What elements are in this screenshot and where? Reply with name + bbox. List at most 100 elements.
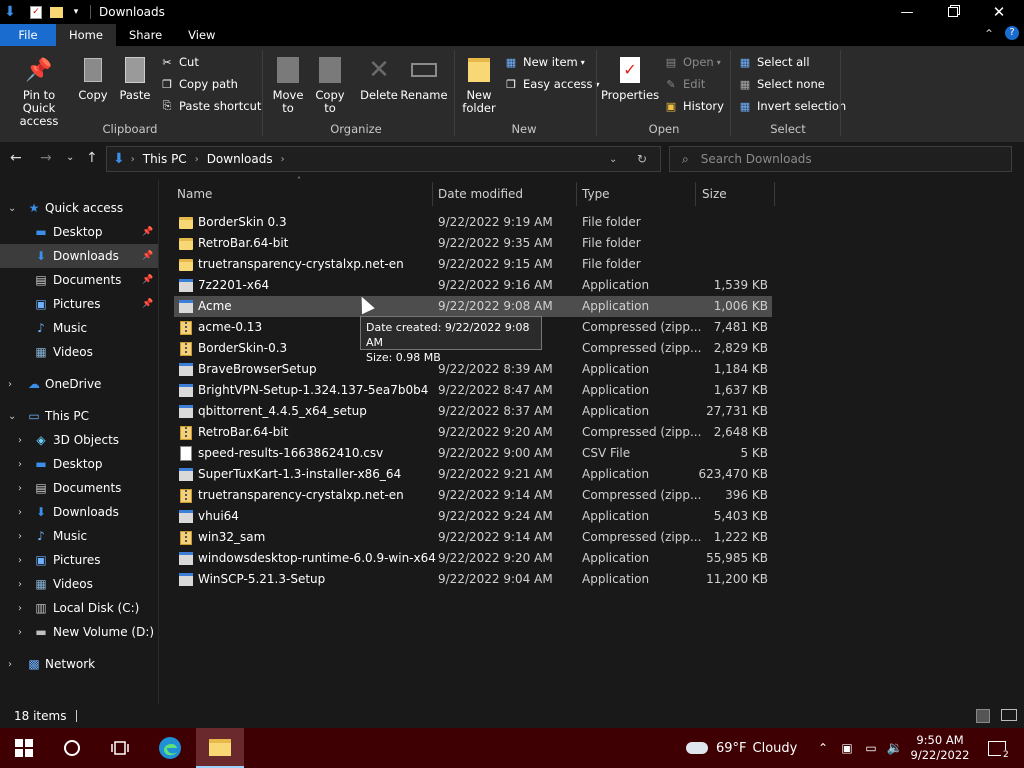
nav-item-onedrive[interactable]: › ☁ OneDrive <box>0 372 158 396</box>
delete-button[interactable]: ✕ Delete <box>359 54 399 102</box>
select-none-button[interactable]: ▦ Select none <box>738 75 825 93</box>
expand-chevron-icon[interactable]: › <box>8 659 12 670</box>
rename-button[interactable]: Rename <box>400 54 448 102</box>
address-bar[interactable]: ⬇ › This PC › Downloads › ⌄ ↻ <box>106 146 661 172</box>
file-row[interactable]: qbittorrent_4.4.5_x64_setup 9/22/2022 8:3… <box>174 401 772 422</box>
nav-item-desktop[interactable]: ▬ Desktop 📌 <box>0 220 158 244</box>
show-hidden-icons-icon[interactable]: ⌃ <box>814 728 832 768</box>
file-row[interactable]: WinSCP-5.21.3-Setup 9/22/2022 9:04 AM Appl… <box>174 569 772 590</box>
nav-item-documents[interactable]: ▤ Documents 📌 <box>0 268 158 292</box>
column-date-modified[interactable]: Date modified <box>438 182 523 206</box>
new-folder-button[interactable]: New folder <box>460 54 498 115</box>
nav-item-desktop[interactable]: › ▬ Desktop <box>0 452 158 476</box>
details-view-icon[interactable] <box>976 709 990 723</box>
file-row[interactable]: BrightVPN-Setup-1.324.137-5ea7b0b4 9/22/2… <box>174 380 772 401</box>
properties-button[interactable]: ✓ Properties <box>601 54 659 102</box>
expand-chevron-icon[interactable]: › <box>18 483 22 494</box>
copy-to-button[interactable]: Copy to <box>310 54 350 115</box>
edge-taskbar-button[interactable] <box>146 728 194 768</box>
minimize-button[interactable]: — <box>884 0 930 24</box>
nav-item-pictures[interactable]: › ▣ Pictures <box>0 548 158 572</box>
nav-item-music[interactable]: › ♪ Music <box>0 524 158 548</box>
file-row[interactable]: windowsdesktop-runtime-6.0.9-win-x64 9/22… <box>174 548 772 569</box>
search-button[interactable] <box>48 728 96 768</box>
nav-item-downloads[interactable]: › ⬇ Downloads <box>0 500 158 524</box>
nav-item-new-volume-d[interactable]: › ▬ New Volume (D:) <box>0 620 158 644</box>
expand-chevron-icon[interactable]: › <box>18 507 22 518</box>
search-box[interactable]: ⌕ Search Downloads <box>669 146 1012 172</box>
select-all-button[interactable]: ▦ Select all <box>738 53 810 71</box>
refresh-icon[interactable]: ↻ <box>637 152 647 166</box>
weather-widget[interactable]: 69°F Cloudy <box>686 728 806 768</box>
nav-item-videos[interactable]: › ▦ Videos <box>0 572 158 596</box>
breadcrumb-this-pc[interactable]: This PC <box>143 152 187 166</box>
expand-chevron-icon[interactable]: › <box>18 459 22 470</box>
expand-chevron-icon[interactable]: › <box>18 531 22 542</box>
qat-dropdown-icon[interactable]: ▾ <box>66 2 86 22</box>
file-row[interactable]: truetransparency-crystalxp.net-en 9/22/20… <box>174 254 772 275</box>
collapse-ribbon-icon[interactable]: ⌃ <box>984 27 994 41</box>
help-icon[interactable]: ? <box>1005 26 1019 40</box>
clock[interactable]: 9:50 AM 9/22/2022 <box>908 728 972 768</box>
pin-to-quick-access-button[interactable]: 📌 Pin to Quick access <box>4 54 74 128</box>
invert-selection-button[interactable]: ▦ Invert selection <box>738 97 846 115</box>
address-dropdown-icon[interactable]: ⌄ <box>609 154 617 165</box>
column-name[interactable]: Name <box>177 182 212 206</box>
maximize-button[interactable] <box>930 0 976 24</box>
move-to-button[interactable]: Move to <box>268 54 308 115</box>
nav-item-downloads[interactable]: ⬇ Downloads 📌 <box>0 244 158 268</box>
file-row[interactable]: RetroBar.64-bit 9/22/2022 9:20 AM Compress… <box>174 422 772 443</box>
tab-view[interactable]: View <box>175 24 228 46</box>
expand-chevron-icon[interactable]: › <box>18 555 22 566</box>
expand-chevron-icon[interactable]: › <box>18 627 22 638</box>
nav-item-music[interactable]: ♪ Music <box>0 316 158 340</box>
cut-button[interactable]: ✂ Cut <box>160 53 198 71</box>
history-button[interactable]: ▣ History <box>664 97 724 115</box>
nav-item-3d-objects[interactable]: › ◈ 3D Objects <box>0 428 158 452</box>
breadcrumb-downloads[interactable]: Downloads <box>207 152 273 166</box>
nav-item-quick-access[interactable]: ⌄ ★ Quick access <box>0 196 158 220</box>
meet-now-icon[interactable]: ▣ <box>838 728 856 768</box>
file-row[interactable]: 7z2201-x64 9/22/2022 9:16 AM Application 1,… <box>174 275 772 296</box>
column-size[interactable]: Size <box>702 182 727 206</box>
expand-chevron-icon[interactable]: › <box>18 603 22 614</box>
edit-button[interactable]: ✎ Edit <box>664 75 705 93</box>
notification-center-button[interactable]: 2 <box>980 728 1014 768</box>
nav-item-network[interactable]: › ▩ Network <box>0 652 158 676</box>
collapse-chevron-icon[interactable]: ⌄ <box>8 203 16 214</box>
expand-chevron-icon[interactable]: › <box>18 435 22 446</box>
file-row[interactable]: win32_sam 9/22/2022 9:14 AM Compressed (zi… <box>174 527 772 548</box>
file-row[interactable]: vhui64 9/22/2022 9:24 AM Application 5,403 … <box>174 506 772 527</box>
expand-chevron-icon[interactable]: › <box>8 379 12 390</box>
recent-locations-icon[interactable]: ⌄ <box>66 152 74 163</box>
pane-divider[interactable] <box>158 180 159 704</box>
task-view-button[interactable] <box>96 728 144 768</box>
file-row[interactable]: Acme 9/22/2022 9:08 AM Application 1,006 KB <box>174 296 772 317</box>
paste-button[interactable]: Paste <box>118 54 152 102</box>
file-row[interactable]: BorderSkin 0.3 9/22/2022 9:19 AM File fold… <box>174 212 772 233</box>
nav-item-pictures[interactable]: ▣ Pictures 📌 <box>0 292 158 316</box>
volume-icon[interactable]: 🔉 <box>886 728 904 768</box>
network-status-icon[interactable]: ▭ <box>862 728 880 768</box>
up-arrow-icon[interactable]: ↑ <box>86 150 98 166</box>
nav-item-local-disk-c[interactable]: › ▥ Local Disk (C:) <box>0 596 158 620</box>
nav-item-this-pc[interactable]: ⌄ ▭ This PC <box>0 404 158 428</box>
tab-home[interactable]: Home <box>56 24 116 46</box>
column-divider[interactable] <box>695 182 696 206</box>
start-button[interactable] <box>0 728 48 768</box>
forward-arrow-icon[interactable]: → <box>40 150 52 166</box>
column-divider[interactable] <box>774 182 775 206</box>
file-explorer-taskbar-button[interactable] <box>196 728 244 768</box>
nav-item-documents[interactable]: › ▤ Documents <box>0 476 158 500</box>
close-button[interactable]: ✕ <box>976 0 1022 24</box>
back-arrow-icon[interactable]: ← <box>10 150 22 166</box>
open-button[interactable]: ▤ Open ▾ <box>664 53 721 71</box>
column-divider[interactable] <box>576 182 577 206</box>
paste-shortcut-button[interactable]: ⎘ Paste shortcut <box>160 97 262 115</box>
new-item-button[interactable]: ▦ New item ▾ <box>504 53 585 71</box>
easy-access-button[interactable]: ❐ Easy access ▾ <box>504 75 599 93</box>
properties-quick-icon[interactable]: ✓ <box>26 2 46 22</box>
new-folder-quick-icon[interactable] <box>46 2 66 22</box>
expand-chevron-icon[interactable]: › <box>18 579 22 590</box>
file-row[interactable]: speed-results-1663862410.csv 9/22/2022 9:… <box>174 443 772 464</box>
